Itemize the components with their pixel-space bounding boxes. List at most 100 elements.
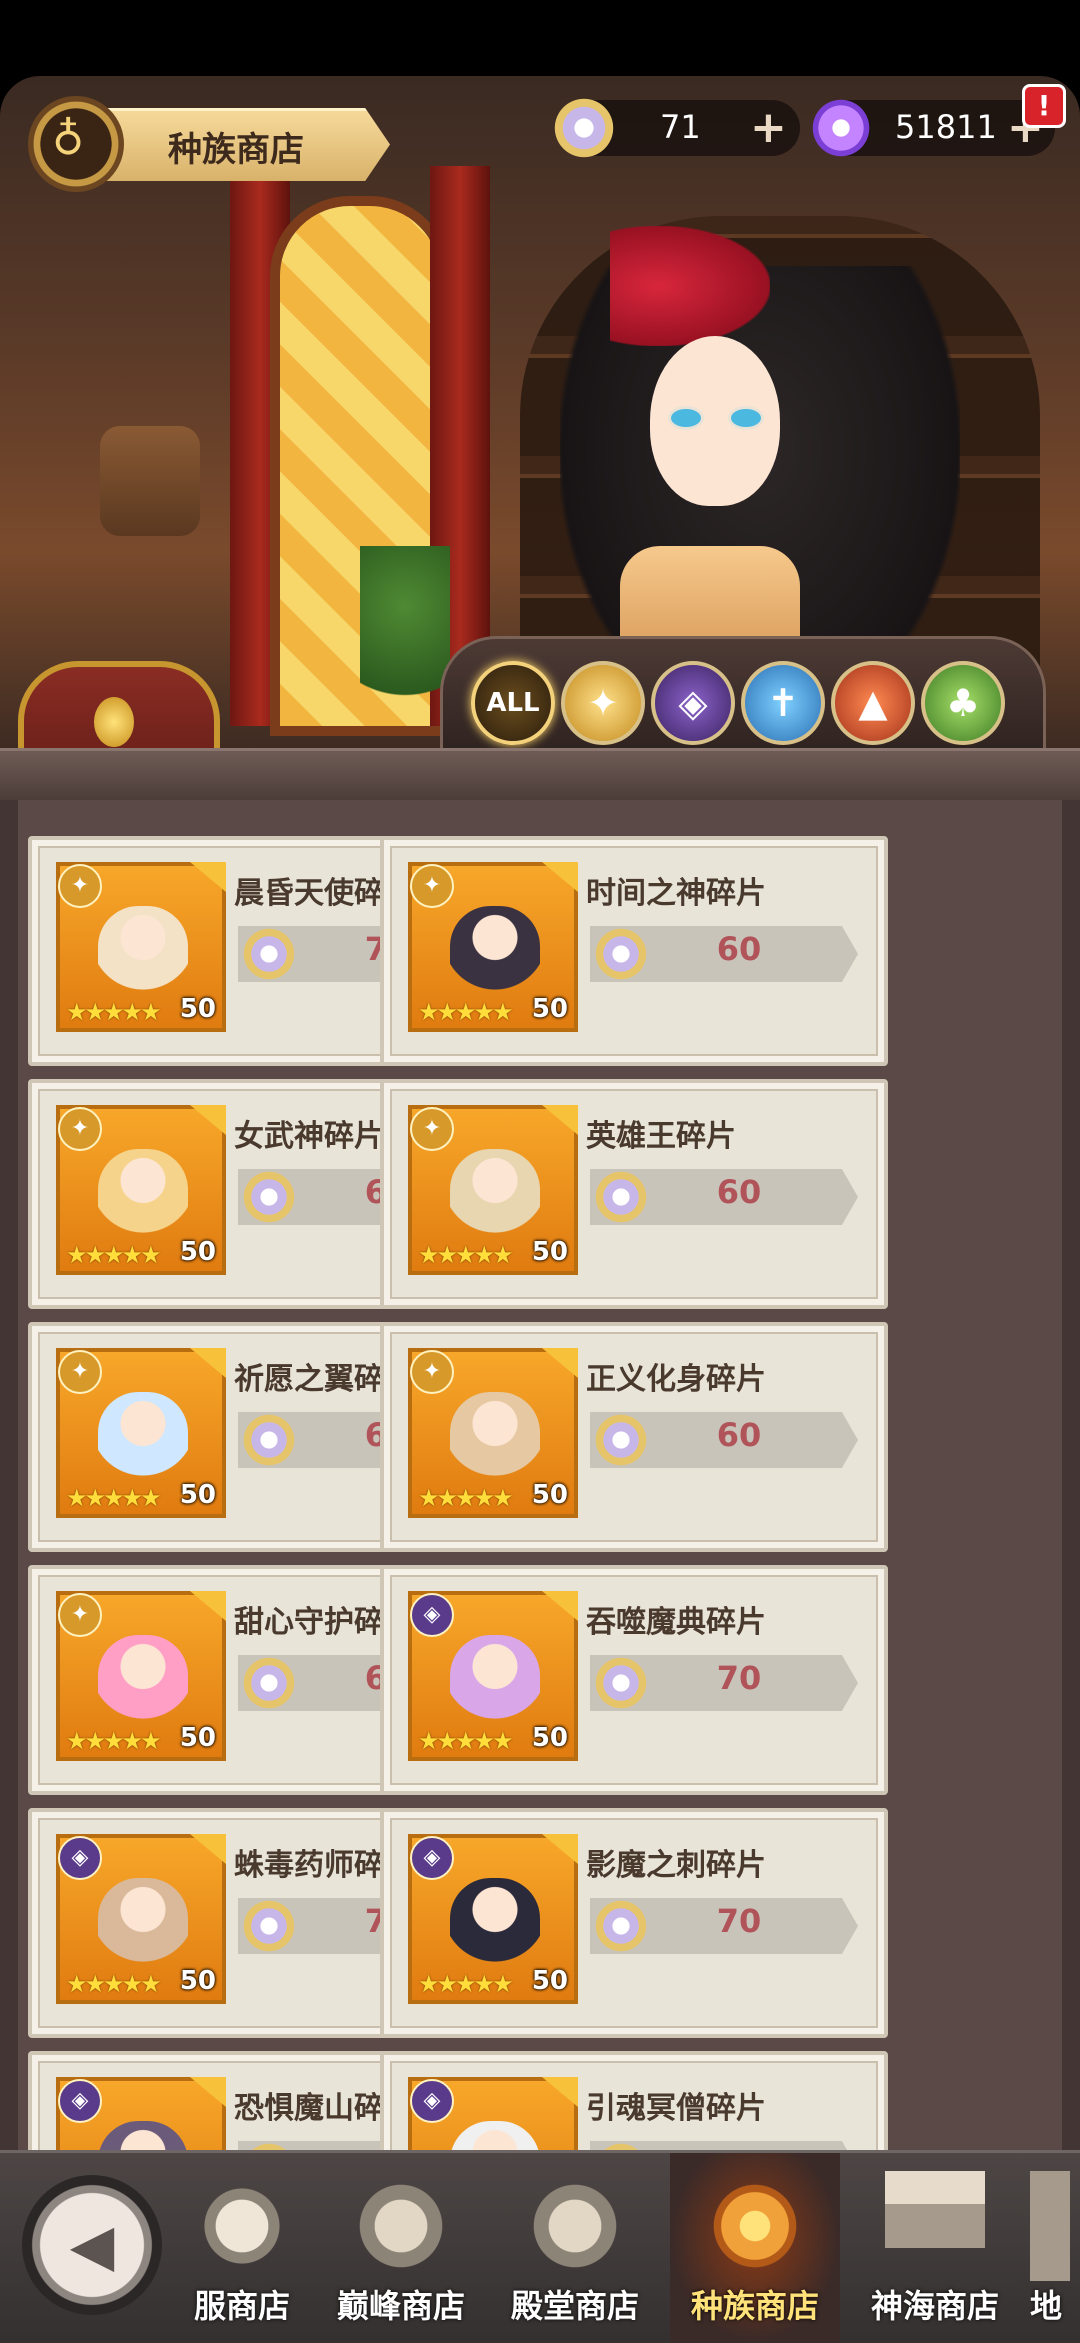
hero-level: 50 [531, 1723, 568, 1753]
tab-land-shop[interactable]: 地 [1030, 2153, 1080, 2343]
bottom-shop-nav: ◀ 服商店 巅峰商店 殿堂商店 种族商店 神海商店 地 [0, 2150, 1080, 2343]
item-name: 正义化身碎片 [586, 1362, 766, 1397]
hero-chibi [98, 1149, 188, 1239]
hero-soul-crystal-icon [240, 924, 298, 984]
tab-race-shop[interactable]: 种族商店 [670, 2153, 840, 2343]
dark-faction-icon: ◈ [58, 2079, 102, 2123]
tab-peak-shop[interactable]: 巅峰商店 [316, 2153, 486, 2343]
star-rating: ★★★★★ [418, 1241, 514, 1269]
all-filter-label: ALL [486, 688, 540, 718]
corner-ribbon [542, 862, 578, 892]
tab-label: 服商店 [193, 2287, 290, 2325]
dark-faction-icon[interactable]: ◈ [651, 661, 735, 745]
light-faction-icon: ✦ [58, 1107, 102, 1151]
divider-band [0, 748, 1080, 803]
tab-label: 殿堂商店 [510, 2287, 639, 2325]
corner-ribbon [190, 2077, 226, 2107]
star-rating: ★★★★★ [66, 998, 162, 1026]
hero-chibi [450, 1878, 540, 1968]
hero-portrait: ✦ ★★★★★ 50 [56, 862, 226, 1032]
shop-item-card[interactable]: ◈ ★★★★★ 50 吞噬魔典碎片 70 [380, 1565, 888, 1795]
hero-chibi [450, 1392, 540, 1482]
item-price: 60 [716, 1173, 762, 1211]
shop-title-banner: ♁ 种族商店 [0, 96, 405, 192]
tab-label: 种族商店 [690, 2287, 819, 2325]
soul-crystal-value: 71 [660, 108, 701, 146]
hero-portrait: ✦ ★★★★★ 50 [408, 1105, 578, 1275]
hero-portrait: ◈ ★★★★★ 50 [408, 1591, 578, 1761]
tree-faction-icon[interactable]: ♣ [921, 661, 1005, 745]
item-name: 女武神碎片 [234, 1119, 384, 1154]
alert-badge[interactable]: ! [1022, 84, 1066, 128]
add-soul-crystal-button[interactable]: + [750, 102, 787, 153]
shopkeeper-bow [610, 226, 770, 346]
dark-faction-icon: ◈ [410, 2079, 454, 2123]
light-faction-icon[interactable]: ✦ [561, 661, 645, 745]
star-rating: ★★★★★ [418, 1727, 514, 1755]
diamond-counter: 51811 + [809, 94, 1055, 162]
star-rating: ★★★★★ [418, 998, 514, 1026]
diamond-value: 51811 [895, 108, 997, 146]
hero-portrait: ✦ ★★★★★ 50 [56, 1348, 226, 1518]
tab-label: 地 [1030, 2287, 1063, 2325]
star-rating: ★★★★★ [66, 1241, 162, 1269]
hanging-bag [100, 426, 200, 536]
tab-hall-shop[interactable]: 殿堂商店 [490, 2153, 660, 2343]
item-list-inner: ✦★★★★★50晨昏天使碎片70✦★★★★★50时间之神碎片60✦★★★★★50… [18, 800, 1062, 2150]
corner-ribbon [190, 1834, 226, 1864]
star-rating: ★★★★★ [418, 1484, 514, 1512]
corner-ribbon [542, 1348, 578, 1378]
light-faction-icon: ✦ [58, 1593, 102, 1637]
tab-server-shop[interactable]: 服商店 [172, 2153, 312, 2343]
item-name: 引魂冥僧碎片 [586, 2091, 766, 2126]
wolf-faction-icon[interactable]: ▲ [831, 661, 915, 745]
item-list[interactable]: ✦★★★★★50晨昏天使碎片70✦★★★★★50时间之神碎片60✦★★★★★50… [0, 800, 1080, 2150]
shop-item-card[interactable]: ✦ ★★★★★ 50 时间之神碎片 60 [380, 836, 888, 1066]
shop-item-card[interactable]: ◈★★★★★引魂冥僧碎片 [380, 2051, 888, 2150]
hero-level: 50 [179, 1237, 216, 1267]
hero-soul-crystal-icon [592, 1653, 650, 1713]
hero-chibi [98, 1635, 188, 1725]
hero-level: 50 [531, 1966, 568, 1996]
hero-portrait: ◈★★★★★ [56, 2077, 226, 2150]
corner-ribbon [542, 2077, 578, 2107]
hero-portrait: ✦ ★★★★★ 50 [408, 1348, 578, 1518]
light-faction-icon: ✦ [410, 1107, 454, 1151]
shop-item-card[interactable]: ◈ ★★★★★ 50 影魔之刺碎片 70 [380, 1808, 888, 2038]
star-rating: ★★★★★ [66, 1727, 162, 1755]
shop-item-card[interactable]: ✦ ★★★★★ 50 英雄王碎片 60 [380, 1079, 888, 1309]
hero-chibi [450, 1149, 540, 1239]
holy-cross-faction-icon[interactable]: ✝ [741, 661, 825, 745]
star-rating: ★★★★★ [66, 1970, 162, 1998]
hero-level: 50 [179, 1723, 216, 1753]
hero-portrait: ◈★★★★★ [408, 2077, 578, 2150]
hero-portrait: ✦ ★★★★★ 50 [56, 1105, 226, 1275]
hero-soul-crystal-icon [552, 94, 616, 162]
star-rating: ★★★★★ [418, 1970, 514, 1998]
balloon-icon: ♁ [28, 96, 124, 192]
hero-soul-crystal-icon [592, 1896, 650, 1956]
hero-soul-crystal-icon [240, 2139, 298, 2150]
item-name: 影魔之刺碎片 [586, 1848, 766, 1883]
diamond-icon [809, 94, 873, 162]
back-button[interactable]: ◀ [22, 2175, 162, 2315]
item-name: 英雄王碎片 [586, 1119, 736, 1154]
shopkeeper-eye-right [728, 406, 764, 430]
shopkeeper-face [650, 336, 780, 506]
page-title: 种族商店 [168, 130, 304, 170]
item-name: 吞噬魔典碎片 [586, 1605, 766, 1640]
all-filter-icon[interactable]: ALL [471, 661, 555, 745]
tab-sea-shop[interactable]: 神海商店 [850, 2153, 1020, 2343]
hero-level: 50 [179, 994, 216, 1024]
item-price: 60 [716, 930, 762, 968]
hero-soul-crystal-icon [240, 1653, 298, 1713]
shop-item-card[interactable]: ✦ ★★★★★ 50 正义化身碎片 60 [380, 1322, 888, 1552]
corner-ribbon [190, 1591, 226, 1621]
hero-chibi [98, 906, 188, 996]
hero-level: 50 [531, 994, 568, 1024]
hero-portrait: ✦ ★★★★★ 50 [408, 862, 578, 1032]
server-shop-icon [192, 2171, 292, 2281]
item-name: 时间之神碎片 [586, 876, 766, 911]
hall-shop-icon [525, 2171, 625, 2281]
item-price: 60 [716, 1416, 762, 1454]
